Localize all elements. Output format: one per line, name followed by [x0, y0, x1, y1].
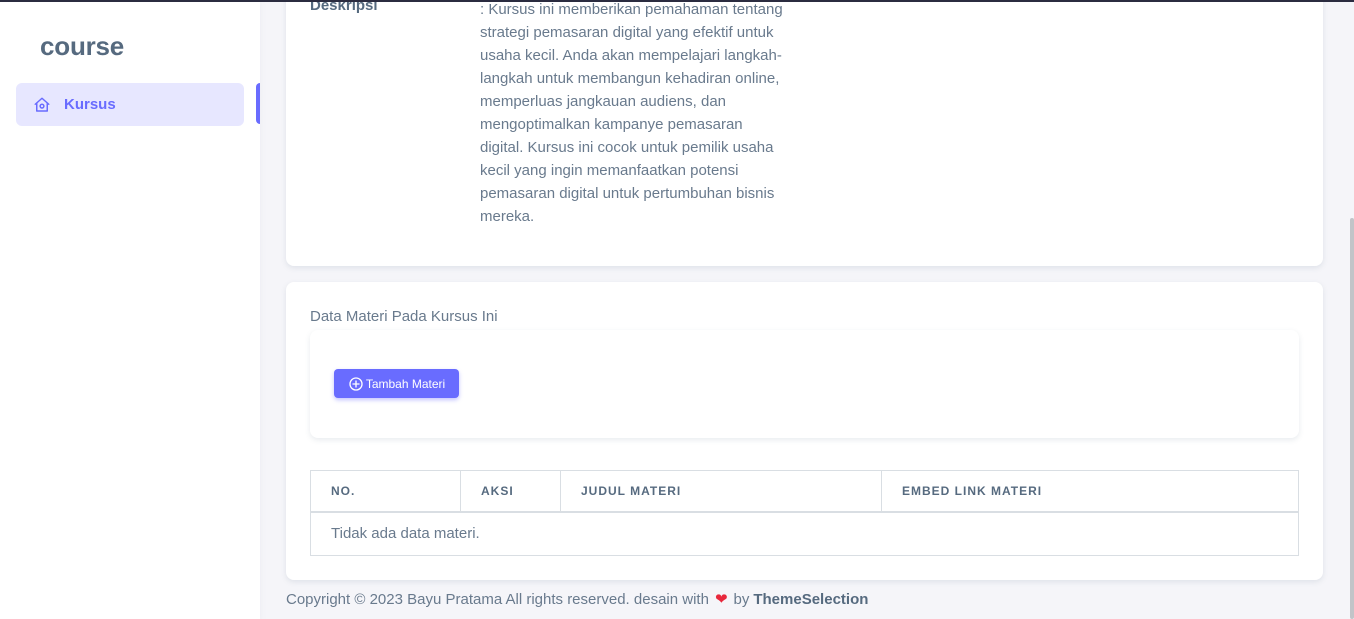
materials-card: Data Materi Pada Kursus Ini Tambah Mater… [286, 282, 1323, 580]
sidebar: course Kursus [0, 0, 260, 619]
column-header-aksi: AKSI [460, 470, 561, 513]
table-header-row: NO. AKSI JUDUL MATERI EMBED LINK MATERI [310, 470, 1299, 513]
column-header-judul: JUDUL MATERI [560, 470, 882, 513]
add-material-button[interactable]: Tambah Materi [334, 369, 459, 398]
plus-circle-icon [349, 376, 363, 391]
materials-title: Data Materi Pada Kursus Ini [310, 308, 498, 325]
table-row: Tidak ada data materi. [310, 511, 1299, 556]
materials-table: NO. AKSI JUDUL MATERI EMBED LINK MATERI … [310, 470, 1299, 556]
description-label: Deskripsi [310, 0, 378, 14]
footer: Copyright © 2023 Bayu Pratama All rights… [286, 590, 868, 609]
description-text: : Kursus ini memberikan pemahaman tentan… [480, 1, 783, 225]
copyright-text: Copyright © 2023 Bayu Pratama All rights… [286, 590, 709, 608]
sidebar-item-kursus[interactable]: Kursus [16, 83, 244, 126]
column-header-embed-link: EMBED LINK MATERI [881, 470, 1299, 513]
course-detail-card: Deskripsi : Kursus ini memberikan pemaha… [286, 0, 1323, 266]
home-icon [34, 97, 50, 112]
empty-state-text: Tidak ada data materi. [310, 511, 1299, 556]
page-scrollbar[interactable] [1350, 218, 1354, 619]
materials-actions-card: Tambah Materi [310, 330, 1299, 438]
top-border [0, 0, 1354, 2]
add-material-label: Tambah Materi [365, 376, 446, 391]
heart-icon: ❤ [714, 591, 728, 608]
active-menu-indicator [256, 83, 260, 124]
themeselection-link[interactable]: ThemeSelection [753, 591, 868, 608]
column-header-no: NO. [310, 470, 461, 513]
app-brand[interactable]: course [40, 31, 124, 62]
footer-by: by [733, 590, 750, 608]
sidebar-item-label: Kursus [64, 96, 116, 113]
